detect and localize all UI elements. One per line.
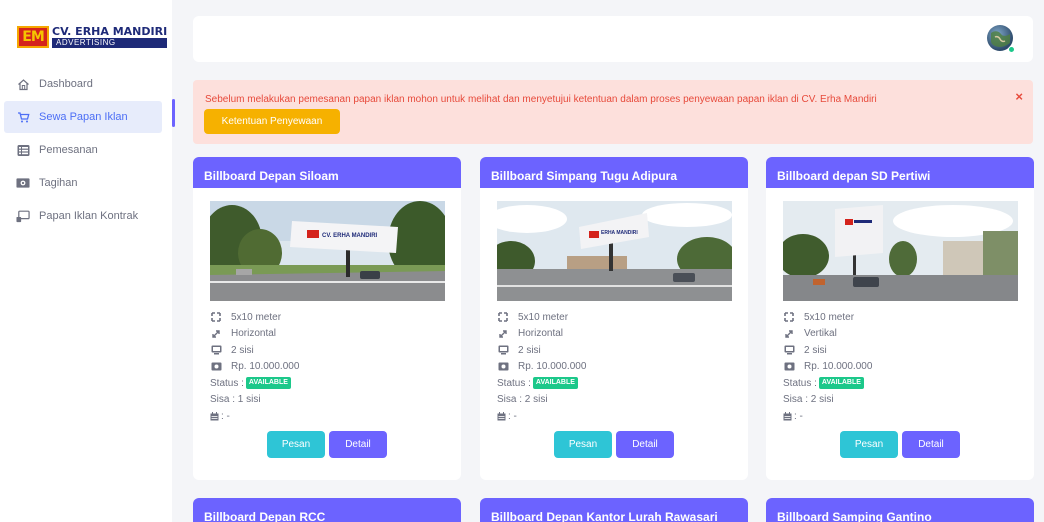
billboard-icon	[16, 209, 30, 223]
billboard-card: Billboard depan SD Pertiwi 5x10 meter Ve…	[766, 157, 1034, 480]
billboard-card: Billboard Samping Gantino	[766, 498, 1034, 522]
size-value: 5x10 meter	[231, 311, 282, 323]
status-badge: AVAILABLE	[532, 377, 578, 390]
money-icon	[16, 176, 30, 190]
billboard-card: Billboard Depan Kantor Lurah Rawasari	[480, 498, 748, 522]
billboard-photo	[783, 201, 1018, 301]
orientation-value: Horizontal	[231, 328, 277, 340]
brand-name: CV. ERHA MANDIRI	[52, 25, 168, 38]
sidebar-item-sewa-papan-iklan[interactable]: Sewa Papan Iklan	[4, 101, 162, 133]
status-badge: AVAILABLE	[818, 377, 864, 390]
svg-text:ERHA MANDIRI: ERHA MANDIRI	[601, 230, 638, 236]
brand-logo[interactable]: EM CV. ERHA MANDIRI ADVERTISING	[17, 25, 168, 48]
sides-icon	[497, 345, 509, 355]
sides-icon	[783, 345, 795, 355]
active-indicator	[172, 99, 175, 127]
money-icon	[783, 362, 795, 372]
card-title: Billboard Depan RCC	[193, 498, 461, 522]
size-value: 5x10 meter	[518, 311, 569, 323]
status-label: Status :	[210, 377, 244, 389]
sidebar-item-label: Dashboard	[39, 78, 93, 90]
detail-button[interactable]: Detail	[329, 431, 387, 458]
size-icon	[210, 312, 222, 323]
pesan-button[interactable]: Pesan	[267, 431, 325, 458]
date-value: : -	[794, 410, 803, 422]
price-value: Rp. 10.000.000	[518, 361, 587, 373]
date-value: : -	[508, 410, 517, 422]
terms-alert: Sebelum melakukan pemesanan papan iklan …	[193, 80, 1033, 144]
card-title: Billboard depan SD Pertiwi	[766, 157, 1034, 188]
remaining-value: Sisa : 1 sisi	[210, 394, 261, 406]
close-icon[interactable]: ×	[1015, 89, 1023, 104]
size-icon	[497, 312, 509, 323]
detail-button[interactable]: Detail	[902, 431, 960, 458]
brand-subtitle: ADVERTISING	[52, 38, 168, 48]
sidebar-item-label: Tagihan	[39, 177, 78, 189]
expand-icon	[497, 329, 509, 339]
sidebar-item-label: Papan Iklan Kontrak	[39, 210, 139, 222]
list-icon	[16, 143, 30, 157]
sidebar-item-label: Pemesanan	[39, 144, 98, 156]
billboard-card: Billboard Depan RCC	[193, 498, 461, 522]
card-title: Billboard Depan Siloam	[193, 157, 461, 188]
price-value: Rp. 10.000.000	[804, 361, 873, 373]
billboard-photo: CV. ERHA MANDIRI	[210, 201, 445, 301]
expand-icon	[210, 329, 222, 339]
card-specs: 5x10 meter Vertikal 2 sisi Rp. 10.000.00…	[783, 309, 872, 425]
topbar	[193, 16, 1033, 62]
sidebar-item-papan-iklan-kontrak[interactable]: Papan Iklan Kontrak	[0, 200, 172, 232]
pesan-button[interactable]: Pesan	[840, 431, 898, 458]
status-label: Status :	[783, 377, 817, 389]
sidebar: EM CV. ERHA MANDIRI ADVERTISING Dashboar…	[0, 0, 172, 522]
orientation-value: Vertikal	[804, 328, 837, 340]
expand-icon	[783, 329, 795, 339]
cart-icon	[16, 110, 30, 124]
calendar-icon	[497, 411, 507, 421]
card-title: Billboard Depan Kantor Lurah Rawasari	[480, 498, 748, 522]
money-icon	[497, 362, 509, 372]
billboard-card: Billboard Simpang Tugu Adipura ERHA MAND…	[480, 157, 748, 480]
status-badge: AVAILABLE	[245, 377, 291, 390]
card-specs: 5x10 meter Horizontal 2 sisi Rp. 10.000.…	[497, 309, 586, 425]
svg-text:CV. ERHA MANDIRI: CV. ERHA MANDIRI	[322, 233, 378, 239]
logo-mark-text: EM	[22, 29, 44, 45]
home-icon	[16, 77, 30, 91]
card-actions: Pesan Detail	[766, 431, 1034, 458]
billboard-card: Billboard Depan Siloam CV. ERHA MANDIRI …	[193, 157, 461, 480]
sidebar-item-pemesanan[interactable]: Pemesanan	[0, 134, 172, 166]
sides-icon	[210, 345, 222, 355]
sidebar-item-label: Sewa Papan Iklan	[39, 111, 128, 123]
size-icon	[783, 312, 795, 323]
sides-value: 2 sisi	[231, 344, 254, 356]
money-icon	[210, 362, 222, 372]
card-title: Billboard Simpang Tugu Adipura	[480, 157, 748, 188]
card-actions: Pesan Detail	[193, 431, 461, 458]
status-label: Status :	[497, 377, 531, 389]
date-value: : -	[221, 410, 230, 422]
card-specs: 5x10 meter Horizontal 2 sisi Rp. 10.000.…	[210, 309, 299, 425]
price-value: Rp. 10.000.000	[231, 361, 300, 373]
calendar-icon	[210, 411, 220, 421]
sides-value: 2 sisi	[804, 344, 827, 356]
ketentuan-penyewaan-button[interactable]: Ketentuan Penyewaan	[204, 109, 340, 134]
logo-mark: EM	[17, 26, 49, 48]
detail-button[interactable]: Detail	[616, 431, 674, 458]
sidebar-nav: Dashboard Sewa Papan Iklan Pemesanan Tag…	[0, 68, 172, 233]
online-status-dot	[1008, 46, 1015, 53]
sides-value: 2 sisi	[518, 344, 541, 356]
billboard-photo: ERHA MANDIRI	[497, 201, 732, 301]
alert-message: Sebelum melakukan pemesanan papan iklan …	[205, 94, 877, 105]
remaining-value: Sisa : 2 sisi	[497, 394, 548, 406]
sidebar-item-tagihan[interactable]: Tagihan	[0, 167, 172, 199]
orientation-value: Horizontal	[518, 328, 564, 340]
calendar-icon	[783, 411, 793, 421]
remaining-value: Sisa : 2 sisi	[783, 394, 834, 406]
size-value: 5x10 meter	[804, 311, 855, 323]
card-actions: Pesan Detail	[480, 431, 748, 458]
sidebar-item-dashboard[interactable]: Dashboard	[0, 68, 172, 100]
card-title: Billboard Samping Gantino	[766, 498, 1034, 522]
pesan-button[interactable]: Pesan	[554, 431, 612, 458]
